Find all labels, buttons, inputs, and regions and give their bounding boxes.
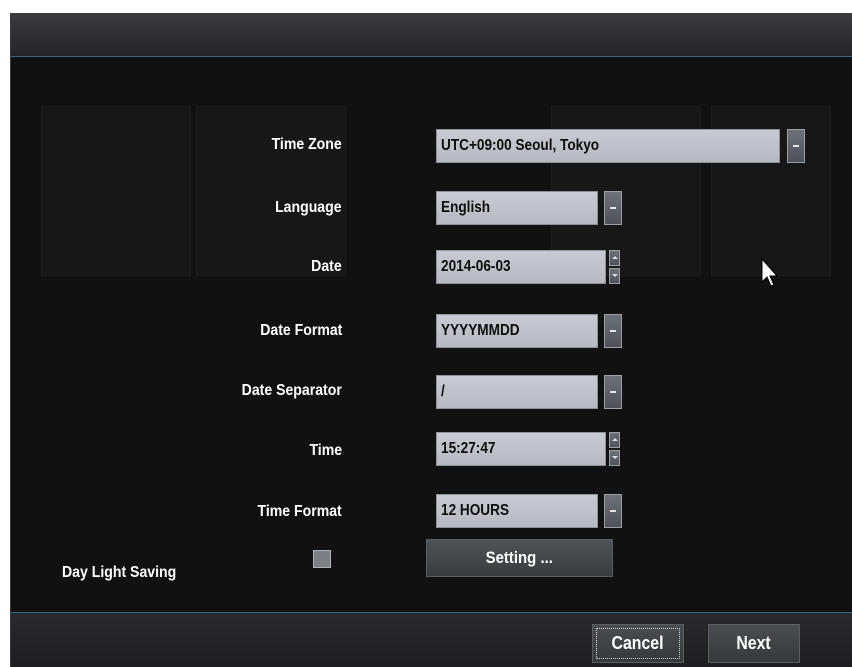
language-value: English bbox=[441, 199, 491, 216]
date-format-value: YYYYMMDD bbox=[441, 322, 520, 339]
cancel-button[interactable]: Cancel bbox=[592, 624, 684, 663]
time-format-dropdown-button[interactable] bbox=[604, 494, 622, 528]
date-format-select[interactable]: YYYYMMDD bbox=[436, 314, 598, 348]
time-format-select[interactable]: 12 HOURS bbox=[436, 494, 598, 528]
time-zone-dropdown-button[interactable] bbox=[787, 129, 805, 163]
date-spinner[interactable] bbox=[609, 250, 620, 284]
time-spinner[interactable] bbox=[609, 432, 620, 466]
next-button-label: Next bbox=[736, 633, 772, 653]
time-zone-select[interactable]: UTC+09:00 Seoul, Tokyo bbox=[436, 129, 780, 163]
time-zone-label: Time Zone bbox=[271, 136, 342, 153]
mouse-cursor-icon bbox=[761, 258, 779, 287]
time-spin-down-icon[interactable] bbox=[609, 450, 620, 466]
background-panel bbox=[196, 106, 346, 276]
date-input[interactable]: 2014-06-03 bbox=[436, 250, 606, 284]
setting-button-label: Setting ... bbox=[485, 548, 554, 567]
time-label: Time bbox=[309, 442, 342, 459]
language-dropdown-button[interactable] bbox=[604, 191, 622, 225]
date-separator-select[interactable]: / bbox=[436, 375, 598, 409]
time-input[interactable]: 15:27:47 bbox=[436, 432, 606, 466]
language-select[interactable]: English bbox=[436, 191, 598, 225]
date-separator-value: / bbox=[441, 383, 445, 400]
background-panel bbox=[41, 106, 191, 276]
day-light-saving-checkbox[interactable] bbox=[313, 550, 331, 568]
date-spin-down-icon[interactable] bbox=[609, 268, 620, 284]
date-value: 2014-06-03 bbox=[441, 258, 511, 275]
time-value: 15:27:47 bbox=[441, 440, 496, 457]
next-button[interactable]: Next bbox=[708, 624, 800, 663]
dialog-titlebar bbox=[11, 13, 852, 57]
date-separator-dropdown-button[interactable] bbox=[604, 375, 622, 409]
language-label: Language bbox=[275, 199, 342, 216]
time-format-value: 12 HOURS bbox=[441, 502, 510, 519]
cancel-button-label: Cancel bbox=[612, 633, 664, 653]
date-spin-up-icon[interactable] bbox=[609, 250, 620, 266]
time-format-label: Time Format bbox=[257, 503, 342, 520]
date-separator-label: Date Separator bbox=[241, 382, 342, 399]
date-format-dropdown-button[interactable] bbox=[604, 314, 622, 348]
time-zone-value: UTC+09:00 Seoul, Tokyo bbox=[441, 137, 600, 154]
date-format-label: Date Format bbox=[259, 322, 342, 339]
day-light-saving-label: Day Light Saving bbox=[62, 564, 177, 581]
setting-button[interactable]: Setting ... bbox=[426, 539, 613, 577]
time-spin-up-icon[interactable] bbox=[609, 432, 620, 448]
date-label: Date bbox=[311, 258, 342, 275]
